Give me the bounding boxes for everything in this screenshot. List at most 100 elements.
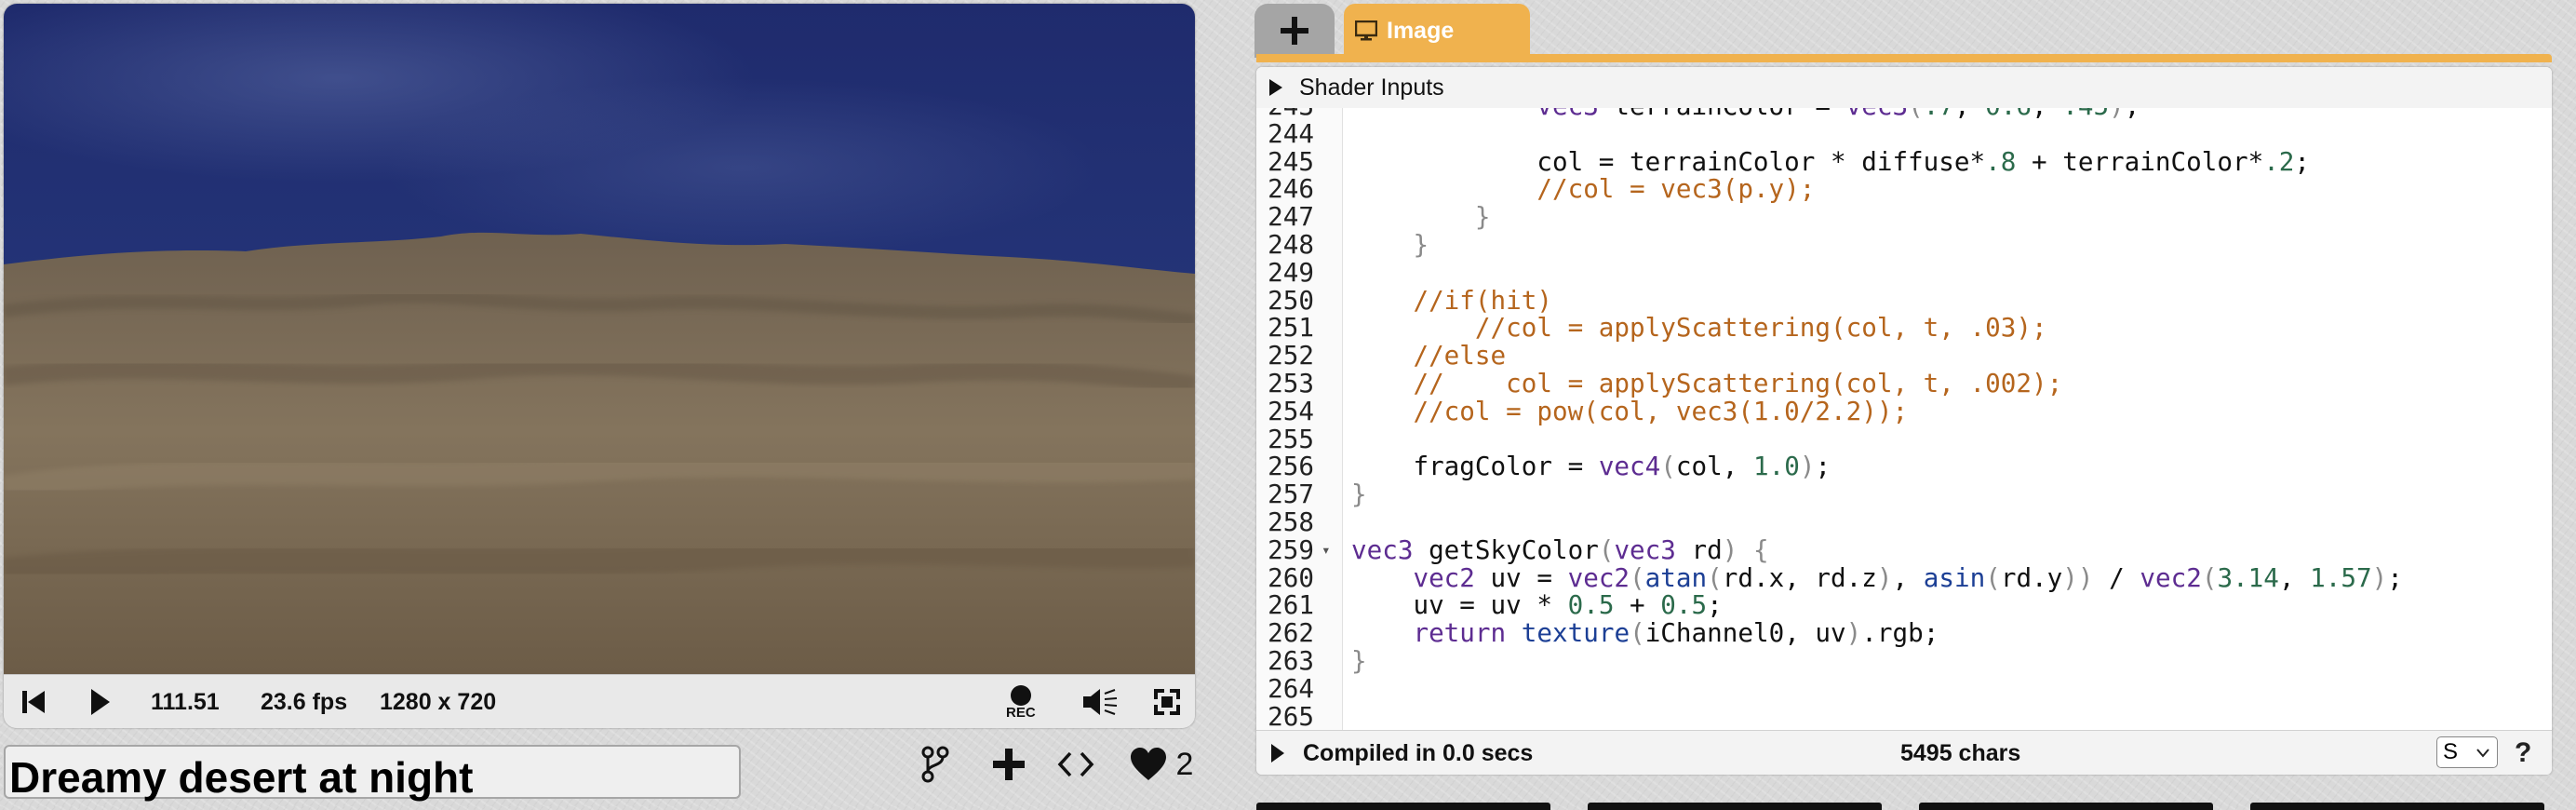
bottom-tab[interactable] [2250, 803, 2544, 810]
line-number: 261 [1268, 589, 1314, 621]
language-select[interactable]: S [2436, 736, 2498, 768]
code-line: 245 col = terrainColor * diffuse*.8 + te… [1256, 145, 2552, 177]
code-line: 264 [1256, 672, 2552, 704]
char-count: 5495 chars [1900, 739, 2021, 766]
triangle-right-icon [1269, 79, 1282, 96]
chevron-down-icon [2476, 749, 2489, 758]
line-number: 264 [1268, 672, 1314, 704]
line-number: 244 [1268, 117, 1314, 149]
line-text: vec3 getSkyColor(vec3 rd) { [1351, 533, 1769, 565]
code-line: 248 } [1256, 231, 2552, 259]
line-text: //if(hit) [1413, 284, 1552, 316]
line-number: 249 [1268, 256, 1314, 288]
code-icon[interactable] [1055, 741, 1096, 788]
line-text: //col = applyScattering(col, t, .03); [1474, 312, 2047, 344]
code-line: 254 //col = pow(col, vec3(1.0/2.2)); [1256, 395, 2552, 426]
shader-player: 111.51 23.6 fps 1280 x 720 REC [4, 4, 1195, 728]
shader-inputs-label: Shader Inputs [1299, 74, 1444, 101]
line-text: } [1351, 645, 1367, 676]
skip-back-icon[interactable] [22, 675, 45, 728]
fps-readout: 23.6 fps [261, 688, 348, 715]
line-number: 259 [1268, 533, 1314, 565]
line-number: 257 [1268, 479, 1314, 510]
line-text: } [1413, 229, 1429, 260]
line-text: return texture(iChannel0, uv).rgb; [1413, 617, 1939, 649]
code-line: 259 ▾ vec3 getSkyColor(vec3 rd) { [1256, 533, 2552, 565]
fork-icon[interactable] [919, 741, 951, 788]
line-number: 250 [1268, 284, 1314, 316]
player-controls: 111.51 23.6 fps 1280 x 720 REC [4, 674, 1195, 728]
code-line: 262 return texture(iChannel0, uv).rgb; [1256, 619, 2552, 647]
code-line: 243 vec3 terrainColor = vec3(.7, 0.6, .4… [1256, 108, 2552, 120]
record-button[interactable]: REC [1006, 675, 1036, 728]
line-number: 246 [1268, 173, 1314, 205]
line-text: uv = uv * 0.5 + 0.5; [1351, 589, 1723, 621]
shader-inputs-toggle[interactable]: Shader Inputs [1256, 67, 2552, 109]
line-text: //col = pow(col, vec3(1.0/2.2)); [1413, 395, 1909, 426]
line-number: 245 [1268, 145, 1314, 177]
code-line: 244 [1256, 117, 2552, 149]
status-bar: Compiled in 0.0 secs 5495 chars S ? [1256, 730, 2552, 775]
line-text: // col = applyScattering(col, t, .002); [1413, 368, 2063, 398]
line-number: 255 [1268, 423, 1314, 454]
line-text: fragColor = vec4(col, 1.0); [1351, 451, 1831, 482]
line-text: } [1351, 479, 1367, 510]
monitor-icon [1355, 20, 1377, 41]
render-viewport[interactable] [4, 4, 1195, 674]
volume-icon[interactable] [1081, 675, 1119, 728]
resolution-readout: 1280 x 720 [380, 688, 497, 715]
rendered-desert-scene [4, 4, 1195, 674]
tab-accent-line [1256, 54, 2552, 62]
line-number: 262 [1268, 617, 1314, 649]
bottom-tab[interactable] [1919, 803, 2213, 810]
plus-icon [1281, 17, 1308, 45]
line-number: 254 [1268, 395, 1314, 426]
help-button[interactable]: ? [2515, 731, 2531, 775]
tab-image-label: Image [1387, 17, 1455, 44]
code-line: 256 fragColor = vec4(col, 1.0); [1256, 452, 2552, 480]
add-icon[interactable] [990, 741, 1027, 788]
play-icon[interactable] [91, 675, 110, 728]
code-line: 258 [1256, 508, 2552, 536]
language-select-value: S [2443, 739, 2459, 764]
record-icon [1010, 684, 1031, 706]
line-number: 252 [1268, 340, 1314, 371]
code-line: 247 } [1256, 203, 2552, 231]
code-editor-panel: Shader Inputs 243 vec3 terrainColor = ve… [1256, 67, 2552, 775]
code-line: 265 [1256, 700, 2552, 730]
code-line: 252 //else [1256, 342, 2552, 370]
line-text: //col = vec3(p.y); [1536, 173, 1816, 205]
code-line: 260 vec2 uv = vec2(atan(rd.x, rd.z), asi… [1256, 561, 2552, 593]
fold-arrow-icon[interactable]: ▾ [1322, 536, 1336, 564]
code-line: 255 [1256, 425, 2552, 453]
line-text: col = terrainColor * diffuse*.8 + terrai… [1351, 145, 2311, 177]
line-number: 263 [1268, 645, 1314, 676]
code-line: 263} [1256, 647, 2552, 675]
triangle-right-icon[interactable] [1271, 744, 1284, 763]
add-tab-button[interactable] [1254, 4, 1335, 58]
code-line: 250 //if(hit) [1256, 284, 2552, 316]
code-line: 261 uv = uv * 0.5 + 0.5; [1256, 591, 2552, 619]
tab-image[interactable]: Image [1344, 4, 1530, 58]
code-line: 251 //col = applyScattering(col, t, .03)… [1256, 314, 2552, 342]
shader-title-field[interactable]: Dreamy desert at night [4, 745, 741, 802]
line-number: 248 [1268, 229, 1314, 260]
line-text: vec2 uv = vec2(atan(rd.x, rd.z), asin(rd… [1413, 561, 2403, 593]
line-number: 265 [1268, 700, 1314, 730]
shader-actions: 2 [912, 741, 1210, 788]
code-line: 253 // col = applyScattering(col, t, .00… [1256, 370, 2552, 398]
bottom-tab-strip [1256, 799, 2552, 810]
bottom-tab[interactable] [1588, 803, 1882, 810]
line-number: 260 [1268, 561, 1314, 593]
fullscreen-icon[interactable] [1154, 675, 1180, 728]
rec-label: REC [1006, 704, 1036, 721]
code-area[interactable]: 243 vec3 terrainColor = vec3(.7, 0.6, .4… [1256, 108, 2552, 730]
line-text: //else [1413, 340, 1507, 371]
time-readout: 111.51 [151, 688, 220, 715]
heart-icon[interactable] [1128, 741, 1169, 788]
shader-title: Dreamy desert at night [9, 753, 474, 802]
code-line: 249 [1256, 256, 2552, 288]
line-text: } [1474, 201, 1491, 233]
code-line: 246 //col = vec3(p.y); [1256, 175, 2552, 203]
bottom-tab[interactable] [1256, 803, 1550, 810]
